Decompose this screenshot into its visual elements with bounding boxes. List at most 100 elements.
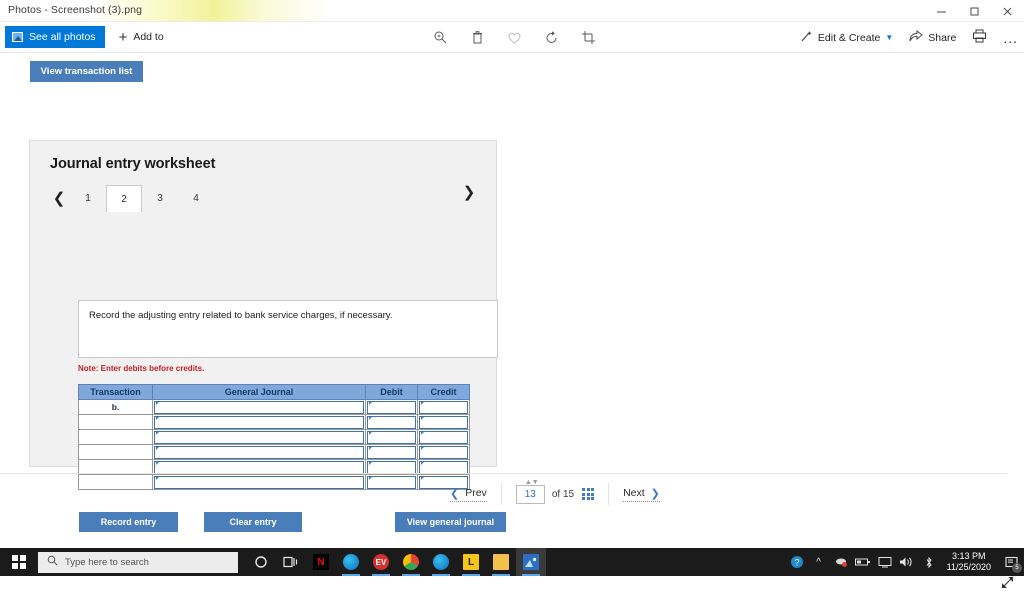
pager-divider	[608, 483, 610, 505]
tab-prev-arrow-icon[interactable]: ❮	[48, 189, 70, 207]
window-controls	[925, 0, 1024, 22]
close-icon[interactable]	[991, 0, 1024, 22]
tab-2[interactable]: 2	[106, 185, 142, 212]
share-icon	[909, 29, 924, 45]
magic-wand-icon	[800, 30, 813, 46]
help-icon[interactable]: ?	[786, 548, 808, 576]
task-view-icon[interactable]	[276, 548, 306, 576]
page-number-input[interactable]: ▲▼ 13	[515, 479, 545, 504]
photos-toolbar: See all photos + Add to Edit & Create ▼ …	[0, 22, 1024, 53]
taskbar-app-ev[interactable]: EV	[366, 548, 396, 576]
share-button[interactable]: Share	[909, 29, 957, 45]
edit-and-create-button[interactable]: Edit & Create ▼	[800, 30, 893, 46]
bluetooth-icon[interactable]	[918, 548, 940, 576]
debit-input[interactable]	[367, 445, 416, 459]
taskbar-app-netflix[interactable]: N	[306, 548, 336, 576]
next-page-button[interactable]: Next ❯	[623, 487, 660, 502]
search-input[interactable]: Type here to search	[38, 551, 238, 573]
credit-input[interactable]	[419, 430, 468, 444]
taskbar-app-photos[interactable]	[516, 548, 546, 576]
debit-input[interactable]	[367, 400, 416, 414]
window-title: Photos - Screenshot (3).png	[8, 4, 143, 16]
search-placeholder: Type here to search	[65, 556, 149, 568]
credit-input[interactable]	[419, 460, 468, 474]
ev-icon: EV	[373, 554, 389, 570]
chevron-down-icon: ▼	[885, 33, 894, 42]
general-journal-input[interactable]	[154, 445, 364, 459]
see-all-photos-button[interactable]: See all photos	[5, 26, 105, 48]
delete-icon[interactable]	[469, 29, 486, 46]
next-label: Next	[623, 487, 645, 499]
tab-next-arrow-icon[interactable]: ❯	[458, 183, 480, 201]
photo-thumbnail-icon	[12, 32, 23, 42]
credit-input[interactable]	[419, 415, 468, 429]
general-journal-input[interactable]	[154, 400, 364, 414]
debit-input[interactable]	[367, 415, 416, 429]
pagination-bar: ❮ Prev ▲▼ 13 of 15 Next ❯	[0, 473, 1007, 513]
mic-muted-icon[interactable]	[830, 548, 852, 576]
debit-cell	[365, 429, 418, 445]
record-entry-button[interactable]: Record entry	[79, 512, 178, 532]
ellipsis-icon: ...	[1003, 29, 1018, 46]
general-journal-input[interactable]	[154, 415, 364, 429]
add-to-button[interactable]: + Add to	[119, 30, 164, 45]
notifications-button[interactable]: 5	[998, 548, 1024, 576]
worksheet-tabs: ❮ 1 2 3 4 ❯	[48, 183, 480, 212]
cortana-icon[interactable]	[246, 548, 276, 576]
page-spinner-icon[interactable]: ▲▼	[525, 479, 539, 486]
debit-cell	[365, 414, 418, 430]
show-hidden-icons-icon[interactable]: ^	[808, 548, 830, 576]
crop-icon[interactable]	[580, 29, 597, 46]
credit-cell	[417, 444, 470, 460]
debit-input[interactable]	[367, 460, 416, 474]
maximize-icon[interactable]	[958, 0, 991, 22]
display-icon[interactable]	[874, 548, 896, 576]
volume-icon[interactable]	[896, 548, 918, 576]
general-journal-input[interactable]	[154, 430, 364, 444]
general-journal-input[interactable]	[154, 460, 364, 474]
chrome-icon	[403, 554, 419, 570]
clock-time: 3:13 PM	[952, 551, 986, 561]
taskbar-clock[interactable]: 3:13 PM 11/25/2020	[940, 551, 998, 573]
tab-3[interactable]: 3	[142, 185, 178, 211]
view-transaction-list-button[interactable]: View transaction list	[30, 61, 143, 82]
credit-input[interactable]	[419, 400, 468, 414]
credit-cell	[417, 429, 470, 445]
toolbar-center-icons	[432, 22, 597, 53]
taskbar-app-l[interactable]: L	[456, 548, 486, 576]
plus-icon: +	[118, 28, 128, 46]
more-options-button[interactable]: ...	[1003, 29, 1018, 46]
table-header-row: Transaction General Journal Debit Credit	[78, 384, 470, 400]
page-title: Journal entry worksheet	[50, 156, 216, 172]
tab-4[interactable]: 4	[178, 185, 214, 211]
print-button[interactable]	[972, 29, 987, 46]
debit-input[interactable]	[367, 430, 416, 444]
taskbar-app-file-explorer[interactable]	[486, 548, 516, 576]
battery-icon[interactable]	[852, 548, 874, 576]
prev-label: Prev	[465, 487, 487, 499]
prev-page-button[interactable]: ❮ Prev	[450, 487, 487, 502]
view-general-journal-button[interactable]: View general journal	[395, 512, 506, 532]
photo-content-area: View transaction list Journal entry work…	[0, 53, 1024, 589]
minimize-icon[interactable]	[925, 0, 958, 22]
see-all-photos-label: See all photos	[29, 31, 96, 43]
general-journal-cell	[152, 429, 366, 445]
taskbar-app-edge-beta[interactable]	[426, 548, 456, 576]
transaction-label	[78, 429, 153, 445]
page-number-value: 13	[524, 488, 536, 500]
instruction-box: Record the adjusting entry related to ba…	[78, 300, 498, 358]
clear-entry-button[interactable]: Clear entry	[204, 512, 302, 532]
expand-fullscreen-icon[interactable]	[1000, 575, 1016, 591]
favorite-icon[interactable]	[506, 29, 523, 46]
taskbar-app-chrome[interactable]	[396, 548, 426, 576]
taskbar-app-edge[interactable]	[336, 548, 366, 576]
grid-view-icon[interactable]	[582, 488, 595, 500]
rotate-icon[interactable]	[543, 29, 560, 46]
tab-1[interactable]: 1	[70, 185, 106, 211]
debit-cell	[365, 444, 418, 460]
credit-input[interactable]	[419, 445, 468, 459]
col-header-credit: Credit	[417, 384, 470, 400]
share-label: Share	[928, 31, 957, 44]
zoom-icon[interactable]	[432, 29, 449, 46]
windows-start-icon[interactable]	[0, 548, 38, 576]
